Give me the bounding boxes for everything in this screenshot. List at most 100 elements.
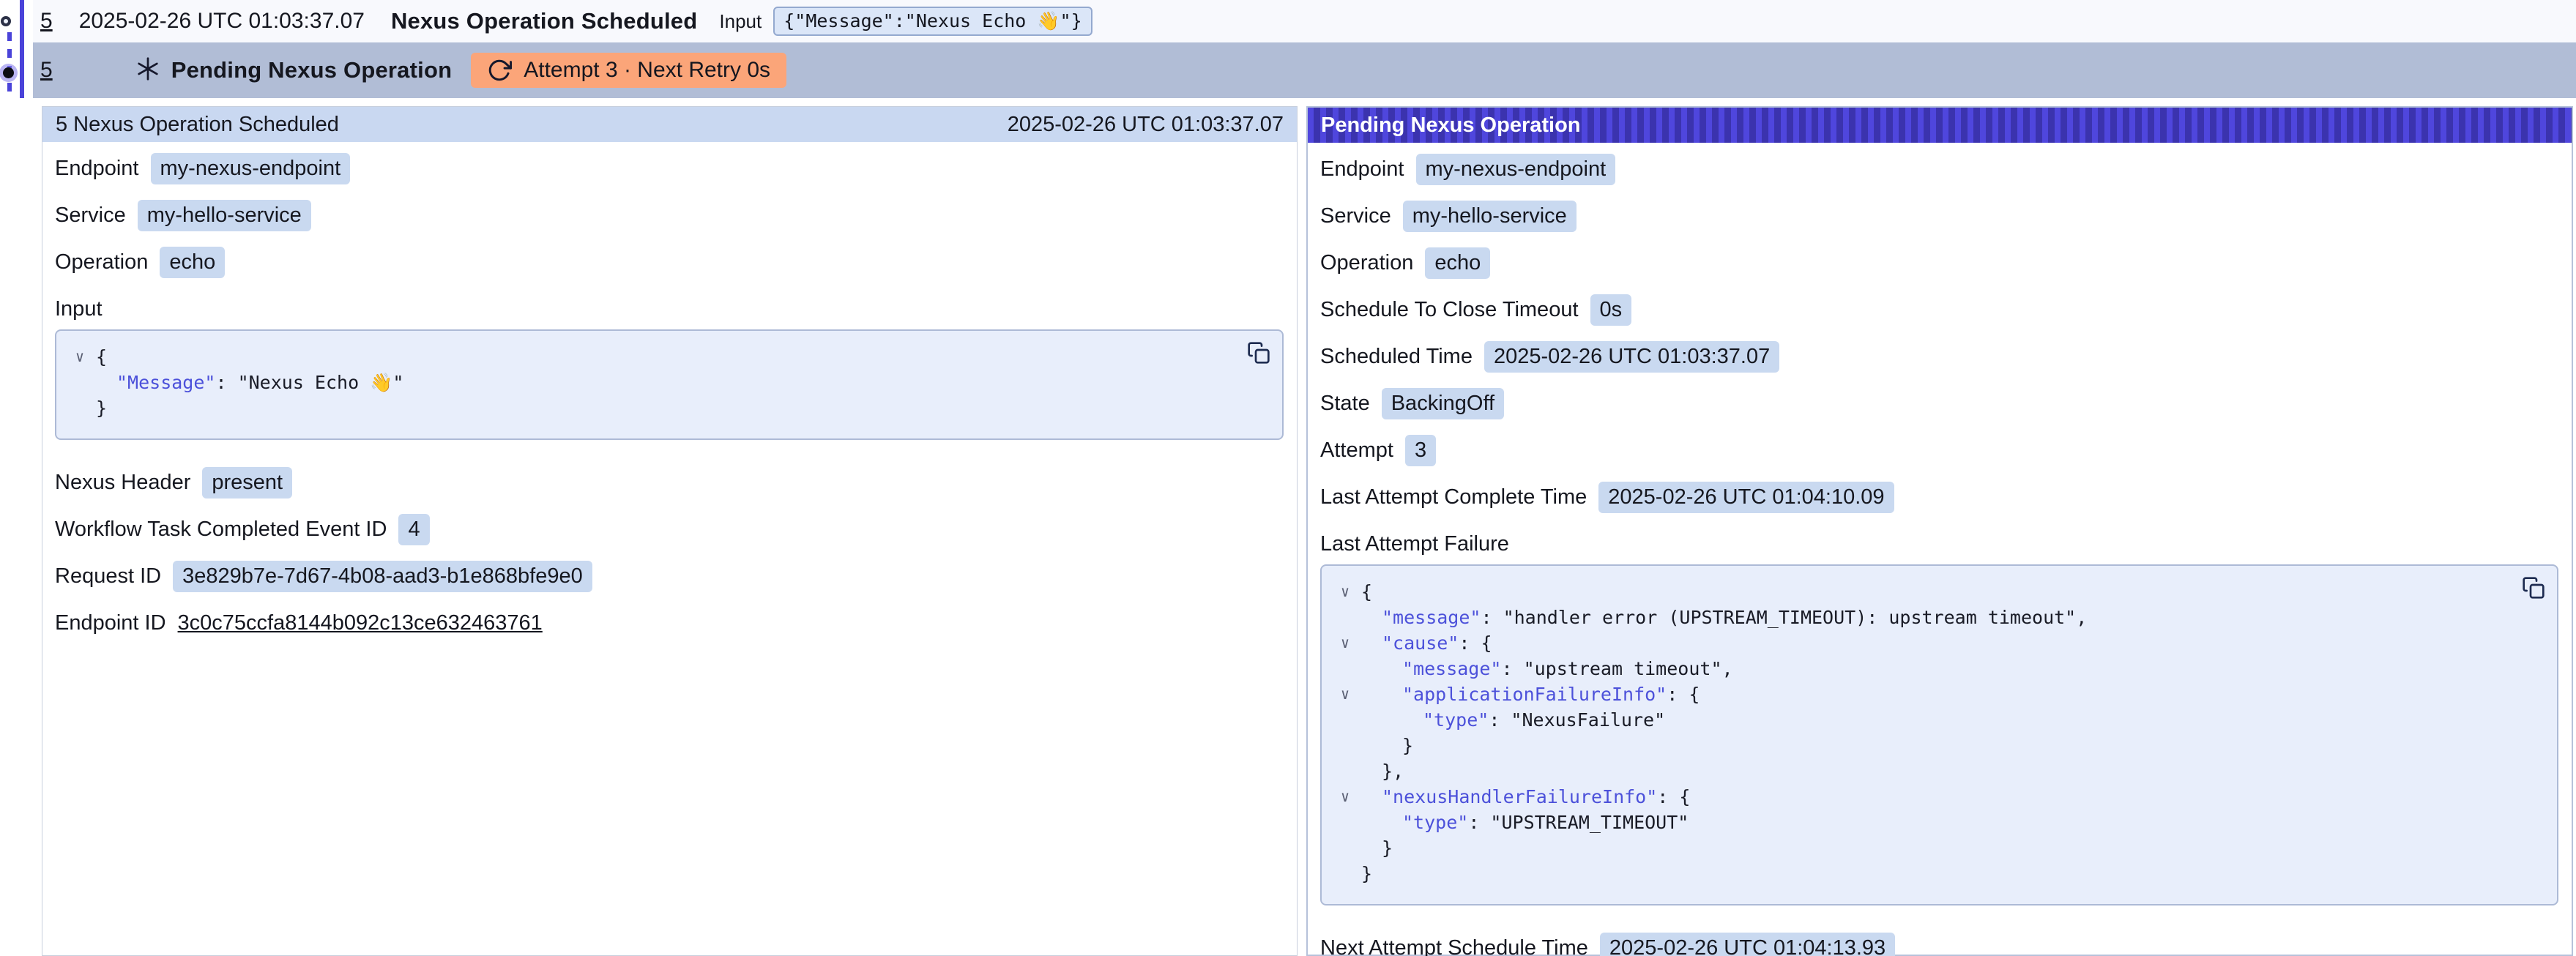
gutter-spacer <box>1329 861 1361 886</box>
json-key: "message" <box>1382 607 1481 628</box>
json-line-content: { <box>96 344 107 370</box>
event-title: Nexus Operation Scheduled <box>391 8 697 34</box>
field-row-operation: Operationecho <box>55 246 1284 278</box>
json-line-content: "message": "handler error (UPSTREAM_TIME… <box>1361 605 2087 630</box>
field-row-endpoint-id: Endpoint ID 3c0c75ccfa8144b092c13ce632463… <box>55 607 1284 639</box>
field-value-badge: my-nexus-endpoint <box>1416 154 1616 185</box>
json-text: } <box>1382 837 1393 859</box>
json-text: : { <box>1657 786 1690 807</box>
json-line-content: }, <box>1361 758 1404 784</box>
json-text: { <box>1361 581 1372 602</box>
event-title: Pending Nexus Operation <box>171 57 453 83</box>
gutter-spacer <box>1329 810 1361 835</box>
field-value-badge: 3e829b7e-7d67-4b08-aad3-b1e868bfe9e0 <box>173 561 592 592</box>
field-value-badge: my-nexus-endpoint <box>151 153 351 184</box>
json-code-line: ∨"nexusHandlerFailureInfo": { <box>1329 784 2506 810</box>
gutter-spacer <box>1329 707 1361 733</box>
json-code-line: "type": "UPSTREAM_TIMEOUT" <box>1329 810 2506 835</box>
pending-operation-panel: Pending Nexus Operation Endpointmy-nexus… <box>1306 106 2573 956</box>
field-value-badge: 4 <box>398 514 429 545</box>
field-row-request-id: Request ID 3e829b7e-7d67-4b08-aad3-b1e868… <box>55 560 1284 592</box>
json-key: "cause" <box>1382 632 1459 654</box>
chevron-down-icon[interactable]: ∨ <box>1329 681 1361 707</box>
json-key: "type" <box>1402 812 1468 833</box>
json-key: "type" <box>1423 709 1489 731</box>
panel-timestamp: 2025-02-26 UTC 01:03:37.07 <box>1008 113 1284 137</box>
event-id-link[interactable]: 5 <box>33 9 53 34</box>
json-code-line: ∨{ <box>1329 579 2506 605</box>
event-history-list: 5 2025-02-26 UTC 01:03:37.07 Nexus Opera… <box>33 0 2576 98</box>
json-line-content: "type": "UPSTREAM_TIMEOUT" <box>1361 810 1689 835</box>
gutter-spacer <box>1329 835 1361 861</box>
json-code-line: "Message": "Nexus Echo 👋" <box>64 370 1231 395</box>
json-code-line: }, <box>1329 758 2506 784</box>
field-label: Last Attempt Complete Time <box>1320 485 1587 509</box>
timeline-dashed-connector <box>7 32 12 98</box>
json-line-content: } <box>1361 835 1393 861</box>
json-key: "applicationFailureInfo" <box>1402 684 1667 705</box>
json-line-content: "type": "NexusFailure" <box>1361 707 1665 733</box>
event-row-pending-selected[interactable]: 5 Pending Nexus Operation Attempt 3 · Ne… <box>33 42 2576 98</box>
field-row-service: Servicemy-hello-service <box>1320 200 2558 232</box>
field-value-badge: 2025-02-26 UTC 01:03:37.07 <box>1484 341 1779 373</box>
event-timestamp: 2025-02-26 UTC 01:03:37.07 <box>79 9 365 34</box>
field-label: Service <box>1320 204 1391 228</box>
field-label: State <box>1320 392 1370 416</box>
gutter-spacer <box>1329 733 1361 758</box>
chevron-down-icon[interactable]: ∨ <box>1329 784 1361 810</box>
json-code-line: "message": "handler error (UPSTREAM_TIME… <box>1329 605 2506 630</box>
field-label: Schedule To Close Timeout <box>1320 298 1579 322</box>
json-text: }, <box>1382 761 1404 782</box>
json-line-content: { <box>1361 579 1372 605</box>
pending-panel-body: Endpoint my-nexus-endpoint Servicemy-hello… <box>1308 143 2572 956</box>
copy-button[interactable] <box>1247 341 1270 365</box>
event-id-link[interactable]: 5 <box>33 58 53 83</box>
field-row-endpoint: Endpointmy-nexus-endpoint <box>55 152 1284 184</box>
field-value-link[interactable]: 3c0c75ccfa8144b092c13ce632463761 <box>178 611 543 635</box>
json-text: : "upstream timeout", <box>1501 658 1732 679</box>
json-text: : "UPSTREAM_TIMEOUT" <box>1468 812 1689 833</box>
json-text: : { <box>1667 684 1700 705</box>
json-line-content: "nexusHandlerFailureInfo": { <box>1361 784 1690 810</box>
json-line-content: "Message": "Nexus Echo 👋" <box>96 370 403 395</box>
field-label: Workflow Task Completed Event ID <box>55 518 387 542</box>
json-line-content: } <box>96 395 107 421</box>
json-text: } <box>1361 863 1372 884</box>
json-code-line: "type": "NexusFailure" <box>1329 707 2506 733</box>
field-row-last-attempt-complete-time: Last Attempt Complete Time2025-02-26 UTC… <box>1320 481 2558 513</box>
field-value-badge: my-hello-service <box>138 200 311 231</box>
copy-button[interactable] <box>2522 576 2545 600</box>
event-input-chip: {"Message":"Nexus Echo 👋"} <box>773 7 1092 36</box>
event-timeline-rail <box>0 0 33 98</box>
json-code-block-last-attempt-failure: ∨{"message": "handler error (UPSTREAM_TI… <box>1320 564 2558 905</box>
json-text: : "Nexus Echo 👋" <box>215 372 403 393</box>
field-row-next-attempt-schedule-time: Next Attempt Schedule Time2025-02-26 UTC… <box>1320 932 2558 956</box>
retry-badge-label: Attempt 3 · Next Retry 0s <box>524 58 770 83</box>
field-row-input: Input <box>55 293 1284 325</box>
json-code-line: } <box>1329 861 2506 886</box>
event-row-scheduled[interactable]: 5 2025-02-26 UTC 01:03:37.07 Nexus Opera… <box>33 0 2576 42</box>
asterisk-icon <box>135 56 161 86</box>
scheduled-event-panel: 5 Nexus Operation Scheduled 2025-02-26 U… <box>42 106 1298 956</box>
circle-outline-icon <box>1 16 11 26</box>
json-key: "Message" <box>116 372 215 393</box>
field-row-schedule-to-close-timeout: Schedule To Close Timeout0s <box>1320 294 2558 326</box>
field-row-scheduled-time: Scheduled Time2025-02-26 UTC 01:03:37.07 <box>1320 340 2558 373</box>
json-code-line: } <box>64 395 1231 421</box>
json-code-line: } <box>1329 733 2506 758</box>
json-line-content: } <box>1361 733 1413 758</box>
rotate-cw-icon <box>487 58 512 83</box>
field-label: Endpoint ID <box>55 611 166 635</box>
dot-icon <box>3 67 14 78</box>
field-row-last-attempt-failure: Last Attempt Failure <box>1320 528 2558 560</box>
json-key: "message" <box>1402 658 1501 679</box>
field-label: Endpoint <box>1320 157 1404 182</box>
chevron-down-icon[interactable]: ∨ <box>64 344 96 370</box>
json-text: { <box>96 346 107 367</box>
field-row-nexus-header: Nexus Headerpresent <box>55 466 1284 498</box>
chevron-down-icon[interactable]: ∨ <box>1329 630 1361 656</box>
retry-attempt-badge: Attempt 3 · Next Retry 0s <box>471 53 786 88</box>
chevron-down-icon[interactable]: ∨ <box>1329 579 1361 605</box>
json-line-content: "message": "upstream timeout", <box>1361 656 1733 681</box>
field-label: Request ID <box>55 564 161 589</box>
